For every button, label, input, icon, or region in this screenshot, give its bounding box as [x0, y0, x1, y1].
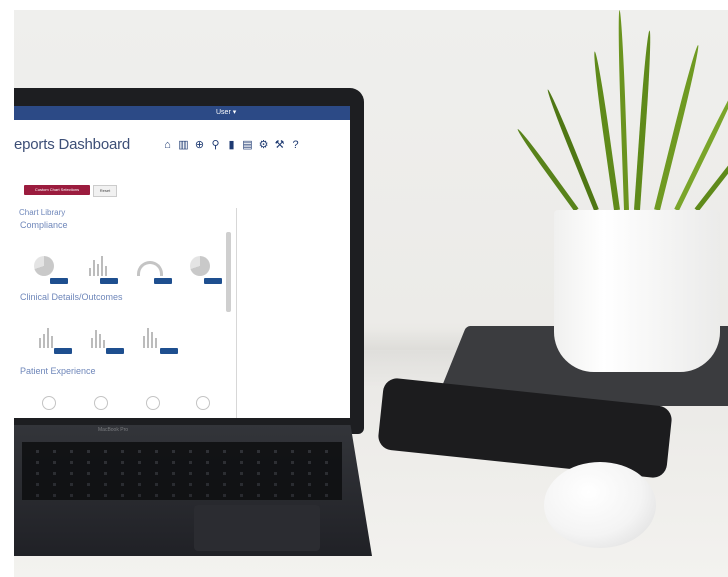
book-icon[interactable]: ▥: [177, 138, 190, 151]
bar-chart-icon[interactable]: ▮: [225, 138, 238, 151]
help-icon[interactable]: ?: [289, 138, 302, 151]
bar-chart-button[interactable]: [106, 348, 124, 354]
computer-mouse: [544, 462, 656, 548]
section-compliance: Compliance: [20, 220, 68, 230]
patient-select-1[interactable]: [22, 378, 62, 388]
compliance-select-3[interactable]: [126, 234, 166, 244]
chart-button[interactable]: [100, 278, 118, 284]
top-navbar: User ▾: [14, 106, 350, 120]
laptop-brand: MacBook Pro: [98, 427, 129, 433]
chart-button[interactable]: [204, 278, 222, 284]
chart-button[interactable]: [50, 278, 68, 284]
add-icon[interactable]: ⊕: [193, 138, 206, 151]
donut-chart-thumbnail[interactable]: [146, 396, 160, 410]
chart-button[interactable]: [154, 278, 172, 284]
donut-chart-thumbnail[interactable]: [196, 396, 210, 410]
section-clinical: Clinical Details/Outcomes: [20, 292, 123, 302]
photo-scene: User ▾ eports Dashboard ⌂ ▥ ⊕ ⚲ ▮ ▤ ⚙ ⚒ …: [14, 10, 728, 577]
patient-select-4[interactable]: [178, 378, 214, 388]
compliance-select-4[interactable]: [178, 234, 214, 244]
reset-button[interactable]: Reset: [93, 185, 117, 197]
bar-chart-thumbnail[interactable]: [80, 246, 116, 276]
bar-chart-button[interactable]: [54, 348, 72, 354]
report-icon[interactable]: ▤: [241, 138, 254, 151]
patient-select-2[interactable]: [74, 378, 114, 388]
trackpad: [194, 505, 320, 551]
icon-toolbar: ⌂ ▥ ⊕ ⚲ ▮ ▤ ⚙ ⚒ ?: [161, 138, 302, 152]
user-menu[interactable]: User ▾: [216, 108, 236, 116]
compliance-select-1[interactable]: [22, 234, 62, 244]
chart-library-title: Chart Library: [19, 208, 66, 217]
gear-icon[interactable]: ⚙: [257, 138, 270, 151]
custom-selections-button[interactable]: Custom Chart Selections: [24, 185, 90, 195]
scrollbar[interactable]: [226, 232, 231, 312]
section-patient: Patient Experience: [20, 366, 96, 376]
patient-select-3[interactable]: [126, 378, 166, 388]
page-title: eports Dashboard: [14, 136, 131, 153]
bar-chart-button[interactable]: [160, 348, 178, 354]
bar-chart-thumbnail[interactable]: [28, 318, 64, 348]
keyboard: [22, 442, 342, 500]
clinical-select-2[interactable]: [74, 304, 114, 314]
donut-chart-thumbnail[interactable]: [94, 396, 108, 410]
bar-chart-thumbnail[interactable]: [80, 318, 116, 348]
clinical-select-1[interactable]: [22, 304, 62, 314]
donut-chart-thumbnail[interactable]: [42, 396, 56, 410]
clinical-select-3[interactable]: [126, 304, 166, 314]
bar-chart-thumbnail[interactable]: [132, 318, 168, 348]
compliance-select-2[interactable]: [74, 234, 112, 244]
pie-chart-thumbnail[interactable]: [182, 246, 218, 276]
search-icon[interactable]: ⚲: [209, 138, 222, 151]
laptop-screen: User ▾ eports Dashboard ⌂ ▥ ⊕ ⚲ ▮ ▤ ⚙ ⚒ …: [14, 106, 350, 418]
home-icon[interactable]: ⌂: [161, 138, 174, 151]
pie-chart-thumbnail[interactable]: [26, 246, 62, 276]
gauge-chart-thumbnail[interactable]: [132, 246, 168, 276]
wrench-icon[interactable]: ⚒: [273, 138, 286, 151]
